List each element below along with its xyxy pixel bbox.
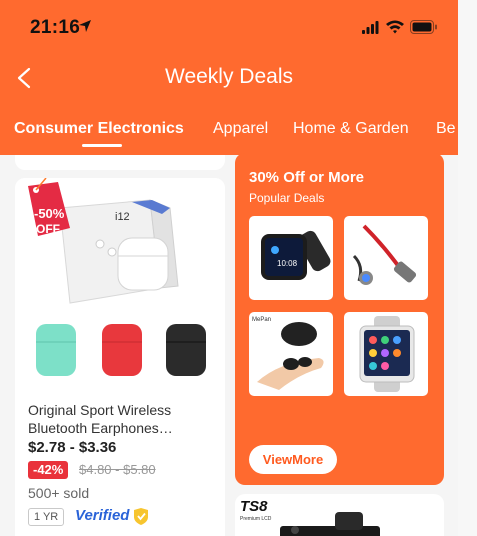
ts8-product-card[interactable]: TS8 Premium LCD — [235, 494, 444, 536]
phone-watch-image — [359, 316, 415, 392]
svg-text:10:08: 10:08 — [277, 259, 298, 268]
deals-title: 30% Off or More — [249, 169, 365, 186]
page-title: Weekly Deals — [165, 65, 293, 88]
warranty-badge: 1 YR — [28, 508, 65, 526]
discount-badge: -42% — [28, 461, 69, 479]
nav-bar: Weekly Deals — [0, 55, 458, 100]
status-bar: 21:16 — [0, 0, 458, 50]
screen: 21:16 Weekly Deals Consumer Electronics … — [0, 0, 477, 536]
cellular-signal-icon — [362, 21, 379, 34]
tab-home-garden[interactable]: Home & Garden — [293, 120, 409, 138]
smartwatch-image: 10:08 — [261, 230, 331, 280]
mepan-brand: MePan — [252, 317, 271, 323]
product-price: $2.78 - $3.36 — [28, 439, 117, 456]
earphones-product-image: i12 -50% OFF — [20, 178, 220, 396]
deal-tile-cable[interactable] — [344, 216, 428, 300]
ts8-subtitle: Premium LCD — [240, 516, 272, 522]
sold-count: 500+ sold — [28, 485, 90, 501]
tab-partial[interactable]: Be — [436, 120, 456, 138]
previous-card-edge — [15, 155, 225, 170]
ts8-device-image — [280, 512, 380, 536]
product-title[interactable]: Original Sport Wireless Bluetooth Earpho… — [28, 401, 216, 437]
tab-apparel[interactable]: Apparel — [213, 120, 268, 138]
wifi-icon — [386, 20, 404, 34]
deals-subtitle: Popular Deals — [249, 191, 325, 205]
product-card[interactable]: i12 -50% OFF Original Sport Wireless Blu… — [15, 178, 225, 536]
original-price: $4.80 - $5.80 — [79, 462, 156, 477]
earbuds-hand-image: MePan — [252, 317, 324, 390]
location-arrow-icon — [79, 20, 91, 32]
magnetic-cable-image — [352, 224, 417, 285]
status-time: 21:16 — [30, 17, 81, 38]
sale-tag-off: OFF — [36, 222, 60, 236]
deal-tile-smartwatch[interactable]: 10:08 — [249, 216, 333, 300]
ts8-title: TS8 — [240, 498, 268, 515]
tab-consumer-electronics[interactable]: Consumer Electronics — [14, 120, 184, 138]
deal-tile-earbuds[interactable]: MePan — [249, 312, 333, 396]
deals-card[interactable]: 30% Off or More Popular Deals 10:08 MePa… — [235, 153, 444, 485]
verified-shield-icon — [134, 508, 148, 525]
battery-icon — [410, 20, 437, 34]
verified-label: Verified — [75, 507, 130, 524]
right-edge — [458, 0, 477, 536]
view-more-button[interactable]: ViewMore — [249, 445, 337, 474]
header: 21:16 Weekly Deals Consumer Electronics … — [0, 0, 458, 155]
box-label: i12 — [115, 211, 130, 223]
sale-tag-percent: -50% — [34, 206, 65, 221]
deal-tile-phone-watch[interactable] — [344, 312, 428, 396]
active-tab-indicator — [82, 144, 122, 147]
category-tabs: Consumer Electronics Apparel Home & Gard… — [0, 118, 458, 155]
